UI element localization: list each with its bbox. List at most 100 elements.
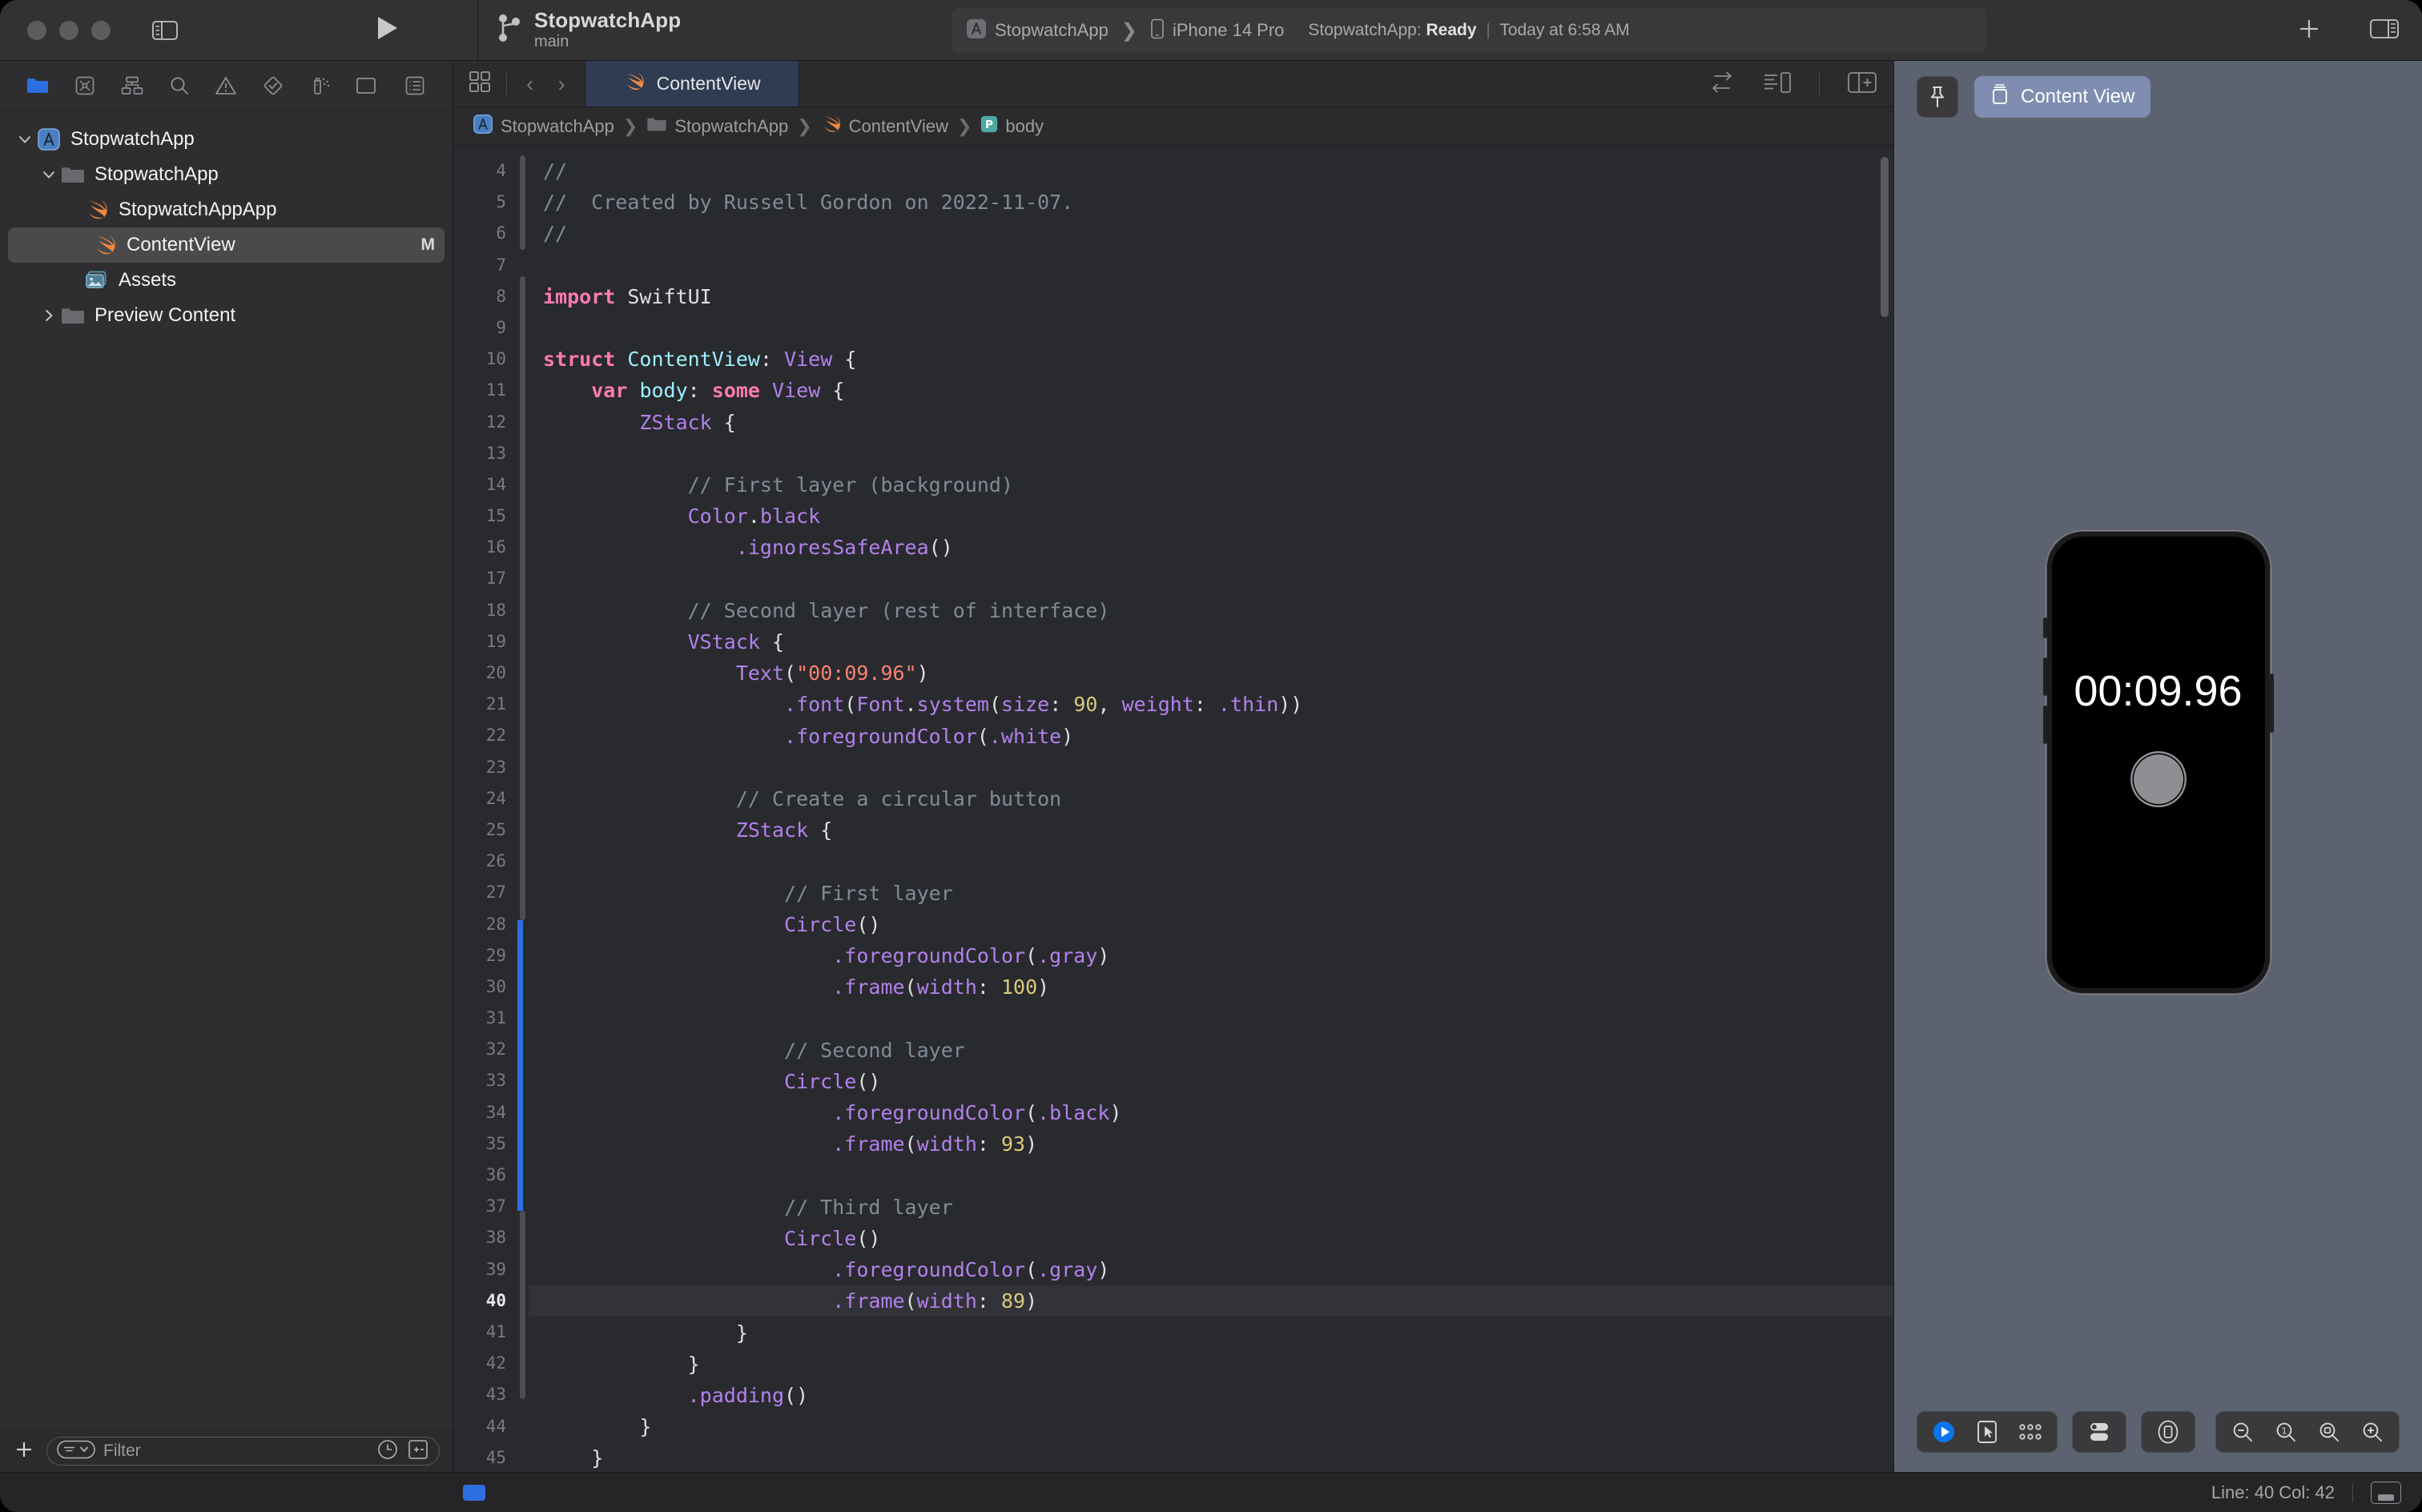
line-number: 4 [496, 161, 506, 180]
line-number: 42 [485, 1353, 506, 1373]
pin-icon[interactable] [1917, 76, 1958, 118]
tree-item-stopwatchapp[interactable]: StopwatchApp [0, 122, 453, 157]
workspace: StopwatchApp StopwatchApp StopwatchAppApp C… [0, 61, 2422, 1472]
chevron-down-icon[interactable] [38, 166, 59, 183]
breadcrumb[interactable]: StopwatchApp ❯ StopwatchApp ❯ ContentView ❯ Pb… [453, 107, 1893, 146]
breadcrumb-item-stopwatchapp[interactable]: StopwatchApp [473, 114, 614, 139]
project-scheme-area[interactable]: StopwatchApp main [478, 10, 681, 50]
zoom-100-icon[interactable]: 1 [2267, 1414, 2304, 1450]
vertical-scrollbar[interactable] [1881, 157, 1889, 317]
line-number: 30 [485, 976, 506, 996]
project-navigator-icon[interactable] [24, 72, 51, 99]
find-navigator-icon[interactable] [166, 72, 193, 99]
line-number: 28 [485, 914, 506, 934]
preview-screen[interactable]: 00:09.96 [2051, 537, 2265, 988]
line-number: 5 [496, 192, 506, 212]
property-p-icon: P [980, 115, 998, 138]
breadcrumb-separator: ❯ [622, 115, 638, 136]
scheme-app-icon [966, 18, 987, 43]
editor-options [1708, 61, 1877, 107]
destination-device[interactable]: iPhone 14 Pro [1173, 20, 1284, 41]
tree-item-assets[interactable]: Assets [0, 263, 453, 298]
source-control-navigator-icon[interactable] [71, 72, 99, 99]
line-number: 38 [485, 1228, 506, 1248]
preview-name-chip[interactable]: Content View [1974, 76, 2151, 118]
sidebar-toggle-icon[interactable] [149, 18, 181, 43]
canvas-bottom-toolbar: 1 [1894, 1392, 2422, 1472]
chevron-down-icon[interactable] [14, 131, 35, 148]
device-frame[interactable]: 00:09.96 [2042, 531, 2274, 994]
zoom-in-icon[interactable] [2354, 1414, 2391, 1450]
preview-stage[interactable]: 00:09.96 [1894, 133, 2422, 1392]
code-editor[interactable]: 4 5 6 7 8 9 10 11 12 13 14 15 16 17 18 19 20 21 22 23 24 25 26… [453, 146, 1893, 1472]
window-titlebar: StopwatchApp main StopwatchApp ❯ iPhone … [0, 0, 2422, 61]
source-code[interactable]: // // Created by Russell Gordon on 2022-… [529, 155, 1893, 1472]
source-control-filter-icon[interactable] [407, 1438, 429, 1465]
run-destination-bar[interactable]: StopwatchApp ❯ iPhone 14 Pro StopwatchAp… [952, 8, 1986, 53]
appearance-group[interactable] [2072, 1411, 2126, 1453]
related-items-icon[interactable] [468, 70, 492, 98]
navigator-filter-bar[interactable]: Filter [0, 1430, 453, 1472]
close-window-button[interactable] [27, 20, 46, 40]
device-settings-group[interactable] [2141, 1411, 2195, 1453]
test-navigator-icon[interactable] [260, 72, 287, 99]
code-review-icon[interactable] [1708, 71, 1736, 98]
scheme-name[interactable]: StopwatchApp [995, 20, 1108, 41]
recent-clock-icon[interactable] [376, 1438, 399, 1465]
symbol-navigator-icon[interactable] [119, 72, 146, 99]
filter-scope-icon[interactable] [57, 1439, 95, 1464]
plus-icon[interactable] [2295, 15, 2323, 46]
tree-item-stopwatchappapp[interactable]: StopwatchAppApp [0, 192, 453, 227]
zoom-to-fit-icon[interactable] [2311, 1414, 2348, 1450]
breadcrumb-item-stopwatchapp[interactable]: StopwatchApp [646, 116, 788, 137]
tree-item-preview-content[interactable]: Preview Content [0, 298, 453, 333]
line-number: 24 [485, 788, 506, 808]
variants-grid-icon[interactable] [2012, 1414, 2049, 1450]
appearance-toggle-icon[interactable] [2081, 1414, 2118, 1450]
device-settings-icon[interactable] [2150, 1414, 2187, 1450]
debug-navigator-icon[interactable] [307, 72, 334, 99]
breadcrumb-item-body[interactable]: Pbody [980, 115, 1044, 138]
breadcrumb-label: StopwatchApp [501, 115, 614, 136]
inspector-toggle-icon[interactable] [2368, 16, 2401, 46]
breakpoint-navigator-icon[interactable] [354, 72, 381, 99]
selectable-pointer-icon[interactable] [1969, 1414, 2006, 1450]
chevron-right-icon[interactable] [38, 307, 59, 324]
tab-label: ContentView [656, 73, 761, 94]
tree-item-stopwatchapp[interactable]: StopwatchApp [0, 157, 453, 192]
navigate-back-button[interactable]: ‹ [521, 71, 538, 97]
project-file-tree[interactable]: StopwatchApp StopwatchApp StopwatchAppApp C… [0, 111, 453, 1430]
line-number: 43 [485, 1385, 506, 1405]
plus-icon[interactable] [13, 1438, 35, 1465]
issue-navigator-icon[interactable] [212, 72, 239, 99]
stopwatch-circle-button[interactable] [2130, 751, 2187, 807]
code-text-area[interactable]: // // Created by Russell Gordon on 2022-… [529, 146, 1893, 1472]
tree-item-contentview[interactable]: ContentView M [8, 227, 445, 263]
minimize-window-button[interactable] [59, 20, 78, 40]
code-fold-ribbon[interactable] [517, 146, 529, 1472]
line-number: 34 [485, 1102, 506, 1122]
report-navigator-icon[interactable] [401, 72, 428, 99]
zoom-controls-group[interactable]: 1 [2215, 1411, 2400, 1453]
device-volume-down-button [2042, 706, 2047, 744]
add-editor-icon[interactable] [1847, 70, 1877, 99]
run-destination-left[interactable]: StopwatchApp ❯ iPhone 14 Pro [952, 18, 1284, 43]
debug-area-toggle-icon[interactable] [2371, 1482, 2401, 1504]
zoom-out-icon[interactable] [2224, 1414, 2261, 1450]
run-play-icon[interactable] [373, 14, 400, 46]
minimap-icon[interactable] [1763, 71, 1792, 98]
folder-icon [646, 116, 667, 137]
line-number: 45 [485, 1447, 506, 1467]
preview-mode-group[interactable] [1917, 1411, 2058, 1453]
breadcrumb-item-contentview[interactable]: ContentView [821, 114, 948, 139]
navigate-forward-button[interactable]: › [553, 71, 569, 97]
live-preview-play-icon[interactable] [1925, 1414, 1962, 1450]
tree-item-label: StopwatchAppApp [119, 199, 277, 220]
line-number: 19 [485, 631, 506, 651]
tab-contentview[interactable]: ContentView [584, 61, 799, 107]
filter-input[interactable]: Filter [46, 1437, 440, 1466]
zoom-window-button[interactable] [91, 20, 111, 40]
traffic-lights[interactable] [0, 20, 111, 40]
line-number: 12 [485, 412, 506, 432]
navigator-selector-bar[interactable] [0, 61, 453, 111]
